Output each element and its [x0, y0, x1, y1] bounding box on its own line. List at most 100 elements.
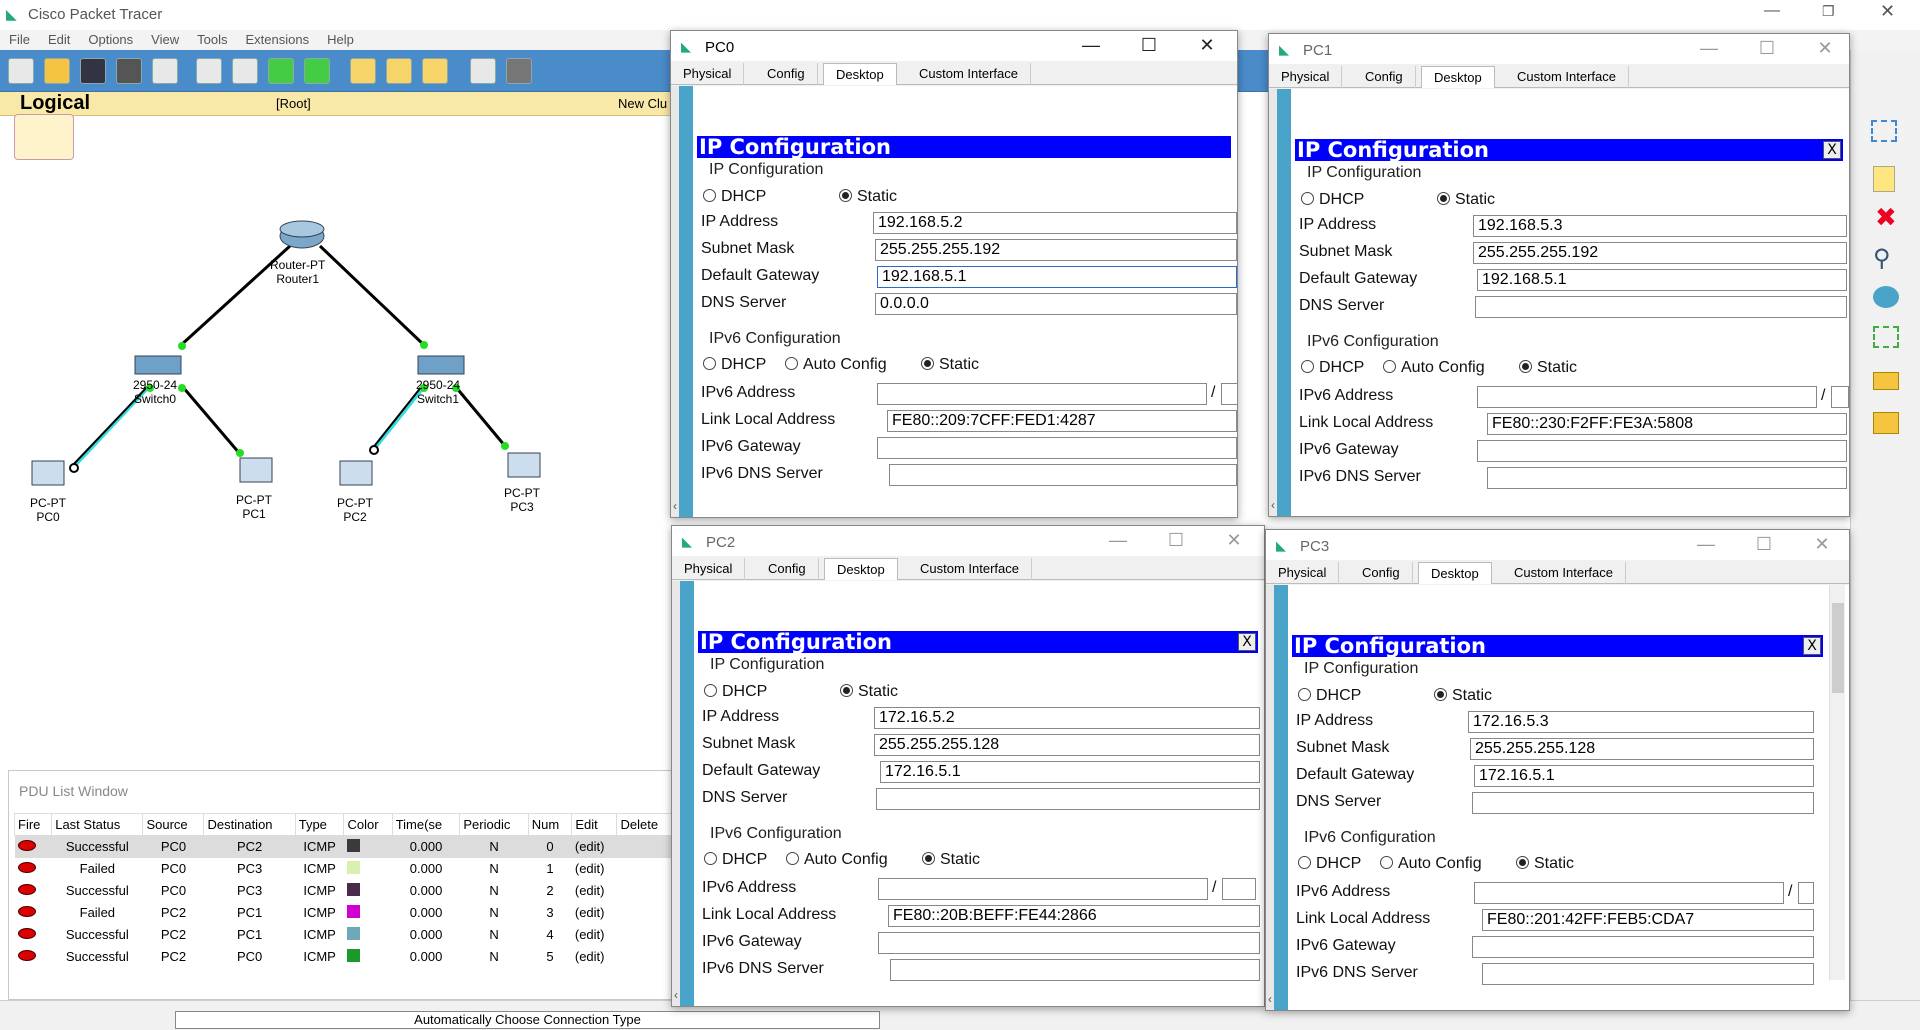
- close-icon[interactable]: ✕: [1805, 38, 1845, 60]
- edit-link[interactable]: (edit): [572, 836, 617, 858]
- static-radio[interactable]: Static: [1437, 191, 1495, 209]
- dns-server-field[interactable]: 0.0.0.0: [875, 293, 1237, 315]
- delete-cell[interactable]: [617, 836, 674, 858]
- menu-options[interactable]: Options: [79, 30, 142, 49]
- ip-address-field[interactable]: 172.16.5.3: [1468, 711, 1814, 733]
- zoom-out-icon[interactable]: [422, 58, 448, 84]
- close-icon[interactable]: ✕: [1802, 534, 1842, 556]
- delete-cell[interactable]: [617, 880, 674, 902]
- ipv6-auto-config-radio[interactable]: Auto Config: [1380, 855, 1482, 873]
- fire-icon[interactable]: [15, 946, 52, 968]
- tab-custom-interface[interactable]: Custom Interface: [907, 63, 1031, 85]
- delete-cell[interactable]: [617, 946, 674, 968]
- minimize-icon[interactable]: —: [1764, 2, 1780, 20]
- ipv6-dhcp-radio[interactable]: DHCP: [703, 356, 766, 374]
- fire-icon[interactable]: [15, 858, 52, 880]
- tab-physical[interactable]: Physical: [1269, 66, 1343, 88]
- ipv6-address-field[interactable]: [1477, 386, 1817, 408]
- scroll-left-icon[interactable]: ‹: [673, 499, 677, 513]
- ipv6-prefix-field[interactable]: [1222, 878, 1256, 900]
- delete-cell[interactable]: [617, 902, 674, 924]
- pdu-row[interactable]: Successful PC0 PC2 ICMP 0.000 N 0 (edit): [14, 835, 674, 858]
- menu-tools[interactable]: Tools: [188, 30, 236, 49]
- tab-desktop[interactable]: Desktop: [1418, 562, 1492, 584]
- minimize-icon[interactable]: —: [1098, 530, 1138, 552]
- tab-custom-interface[interactable]: Custom Interface: [1505, 66, 1629, 88]
- link-local-field[interactable]: FE80::201:42FF:FEB5:CDA7: [1482, 909, 1814, 931]
- static-radio[interactable]: Static: [1434, 687, 1492, 705]
- copy-icon[interactable]: [196, 58, 222, 84]
- default-gateway-field[interactable]: 172.16.5.1: [880, 761, 1260, 783]
- close-icon[interactable]: ✕: [1187, 35, 1227, 57]
- link-local-field[interactable]: FE80::20B:BEFF:FE44:2866: [888, 905, 1260, 927]
- delete-icon[interactable]: ✖: [1875, 202, 1897, 233]
- logical-label[interactable]: Logical: [20, 92, 90, 115]
- fire-icon[interactable]: [15, 924, 52, 946]
- delete-cell[interactable]: [617, 924, 674, 946]
- tab-desktop[interactable]: Desktop: [1421, 66, 1495, 88]
- ipv6-dns-field[interactable]: [889, 464, 1237, 486]
- open-folder-icon[interactable]: [44, 58, 70, 84]
- link-local-field[interactable]: FE80::230:F2FF:FE3A:5808: [1487, 413, 1847, 435]
- delete-cell[interactable]: [617, 858, 674, 880]
- save-icon[interactable]: [80, 58, 106, 84]
- ipv6-address-field[interactable]: [877, 383, 1207, 405]
- tab-config[interactable]: Config: [1353, 66, 1416, 88]
- subnet-mask-field[interactable]: 255.255.255.192: [875, 239, 1237, 261]
- tab-config[interactable]: Config: [755, 63, 818, 85]
- ipv6-address-field[interactable]: [878, 878, 1208, 900]
- col-delete[interactable]: Delete: [616, 813, 674, 836]
- pdu-row[interactable]: Successful PC0 PC3 ICMP 0.000 N 2 (edit): [15, 880, 674, 902]
- ipv6-static-radio[interactable]: Static: [1519, 359, 1577, 377]
- pdu-row[interactable]: Successful PC2 PC0 ICMP 0.000 N 5 (edit): [15, 946, 674, 968]
- link-local-field[interactable]: FE80::209:7CFF:FED1:4287: [887, 410, 1237, 432]
- fire-icon[interactable]: [17, 928, 36, 939]
- menu-view[interactable]: View: [142, 30, 188, 49]
- close-ip-config-button[interactable]: X: [1803, 637, 1821, 655]
- col-num[interactable]: Num: [527, 813, 573, 836]
- col-color[interactable]: Color: [343, 813, 393, 836]
- col-source[interactable]: Source: [142, 813, 205, 836]
- col-fire[interactable]: Fire: [13, 813, 53, 836]
- pc3-titlebar[interactable]: ◣ PC3 — ☐ ✕: [1266, 530, 1849, 560]
- col-last-status[interactable]: Last Status: [51, 813, 144, 836]
- tab-physical[interactable]: Physical: [671, 63, 745, 85]
- fire-icon[interactable]: [17, 906, 36, 917]
- ip-address-field[interactable]: 192.168.5.3: [1473, 215, 1847, 237]
- undo-icon[interactable]: [268, 58, 294, 84]
- fire-icon[interactable]: [17, 840, 36, 852]
- new-file-icon[interactable]: [8, 58, 34, 84]
- edit-link[interactable]: (edit): [572, 946, 617, 968]
- ipv6-dns-field[interactable]: [1487, 467, 1847, 489]
- menu-help[interactable]: Help: [318, 30, 363, 49]
- menu-edit[interactable]: Edit: [39, 30, 79, 49]
- maximize-icon[interactable]: ☐: [1156, 530, 1196, 552]
- static-radio[interactable]: Static: [839, 188, 897, 206]
- zoom-in-icon[interactable]: [350, 58, 376, 84]
- ipv6-dhcp-radio[interactable]: DHCP: [1301, 359, 1364, 377]
- edit-link[interactable]: (edit): [572, 924, 617, 946]
- pdu-row[interactable]: Failed PC0 PC3 ICMP 0.000 N 1 (edit): [15, 858, 674, 880]
- dhcp-radio[interactable]: DHCP: [703, 188, 766, 206]
- ipv6-auto-config-radio[interactable]: Auto Config: [786, 851, 888, 869]
- tab-config[interactable]: Config: [756, 558, 819, 580]
- default-gateway-field[interactable]: 172.16.5.1: [1474, 765, 1814, 787]
- note-icon[interactable]: [1873, 166, 1895, 192]
- scroll-left-icon[interactable]: ‹: [1271, 498, 1275, 512]
- new-cluster-button[interactable]: New Clu: [618, 96, 667, 111]
- simple-pdu-icon[interactable]: [1873, 372, 1899, 390]
- col-destination[interactable]: Destination: [203, 813, 296, 836]
- ipv6-static-radio[interactable]: Static: [1516, 855, 1574, 873]
- edit-link[interactable]: (edit): [572, 858, 617, 880]
- minimize-icon[interactable]: —: [1689, 38, 1729, 60]
- ipv6-dns-field[interactable]: [890, 959, 1260, 981]
- tab-physical[interactable]: Physical: [1266, 562, 1340, 584]
- inspect-icon[interactable]: ⚲: [1873, 244, 1891, 273]
- ipv6-gateway-field[interactable]: [1472, 936, 1814, 958]
- paste-icon[interactable]: [232, 58, 258, 84]
- tab-desktop[interactable]: Desktop: [823, 63, 897, 85]
- subnet-mask-field[interactable]: 255.255.255.192: [1473, 242, 1847, 264]
- dns-server-field[interactable]: [876, 788, 1260, 810]
- fire-icon[interactable]: [17, 862, 36, 873]
- subnet-mask-field[interactable]: 255.255.255.128: [1470, 738, 1814, 760]
